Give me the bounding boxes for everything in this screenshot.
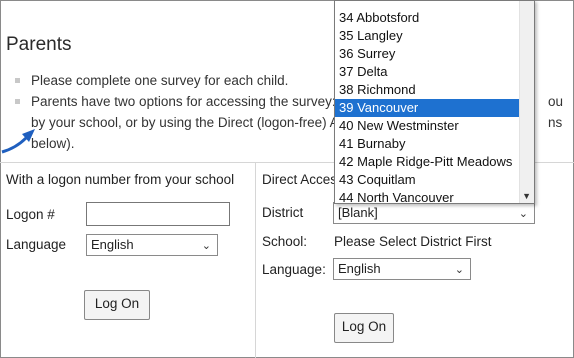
page-title: Parents: [6, 34, 72, 55]
district-option[interactable]: 43 Coquitlam: [335, 171, 521, 189]
chevron-down-icon: ⌄: [454, 264, 464, 276]
scroll-down-icon[interactable]: ▼: [522, 191, 531, 201]
direct-language-select-value: English: [338, 261, 381, 276]
district-options: 34 Abbotsford 35 Langley 36 Surrey 37 Delta…: [335, 9, 521, 203]
district-option[interactable]: 37 Delta: [335, 63, 521, 81]
panel-divider: [255, 162, 256, 358]
district-option[interactable]: 39 Vancouver: [335, 99, 521, 117]
district-option[interactable]: 34 Abbotsford: [335, 9, 521, 27]
school-value: Please Select District First: [334, 234, 492, 249]
logon-button[interactable]: Log On: [84, 290, 150, 320]
district-option[interactable]: 38 Richmond: [335, 81, 521, 99]
chevron-down-icon: ⌄: [201, 240, 211, 252]
logon-panel-heading: With a logon number from your school: [6, 172, 235, 187]
district-select-value: [Blank]: [338, 205, 378, 220]
bullet-square-icon: [15, 99, 20, 104]
bullet-square-icon: [15, 78, 20, 83]
district-option[interactable]: 42 Maple Ridge-Pitt Meadows: [335, 153, 521, 171]
district-option[interactable]: 35 Langley: [335, 27, 521, 45]
district-option[interactable]: 41 Burnaby: [335, 135, 521, 153]
direct-language-select[interactable]: English ⌄: [333, 258, 471, 280]
dropdown-scrollbar[interactable]: ▼: [519, 1, 534, 203]
direct-language-label: Language:: [262, 262, 326, 277]
district-select[interactable]: [Blank] ⌄: [333, 202, 535, 224]
instruction-text: Please complete one survey for each chil…: [31, 73, 289, 88]
direct-access-heading: Direct Access: [262, 172, 344, 187]
district-label: District: [262, 205, 304, 220]
language-select[interactable]: English ⌄: [86, 234, 218, 256]
instruction-text: by your school, or by using the Direct (…: [31, 115, 339, 130]
district-dropdown-list[interactable]: 34 Abbotsford 35 Langley 36 Surrey 37 Delta…: [334, 0, 535, 204]
language-label: Language: [6, 237, 67, 252]
district-option[interactable]: 36 Surrey: [335, 45, 521, 63]
instruction-text-fragment: ns: [548, 115, 563, 130]
district-option[interactable]: 44 North Vancouver: [335, 189, 521, 203]
direct-logon-button[interactable]: Log On: [334, 313, 394, 343]
district-option[interactable]: 40 New Westminster: [335, 117, 521, 135]
language-select-value: English: [91, 237, 134, 252]
school-label: School:: [262, 234, 308, 249]
chevron-down-icon: ⌄: [518, 208, 528, 220]
instruction-text-fragment: ou: [548, 94, 564, 109]
logon-label: Logon #: [6, 207, 55, 222]
logon-input[interactable]: [86, 202, 230, 226]
instruction-text: Parents have two options for accessing t…: [31, 94, 347, 109]
arrow-icon: [1, 129, 35, 154]
